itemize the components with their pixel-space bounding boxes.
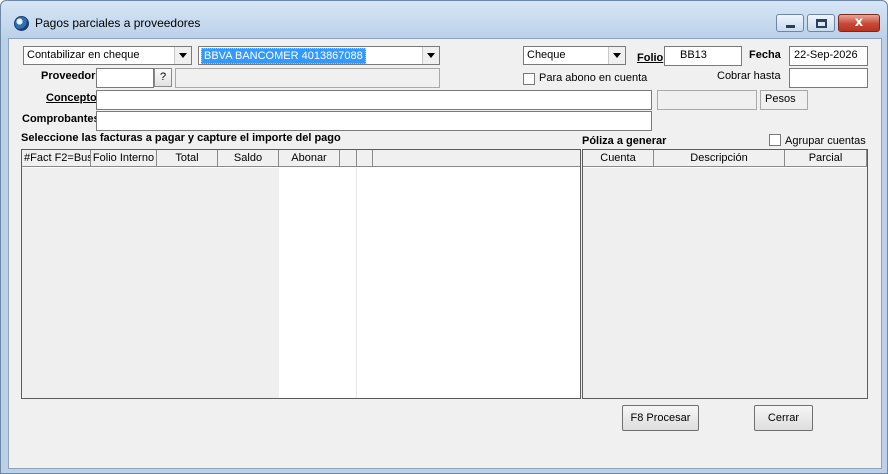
bank-account-select[interactable]: BBVA BANCOMER 4013867088 — [198, 46, 440, 65]
col-parcial[interactable]: Parcial — [785, 150, 867, 167]
form-client-area: Contabilizar en cheque BBVA BANCOMER 401… — [8, 38, 882, 469]
col-extra-2[interactable] — [357, 150, 373, 167]
col-filler — [373, 150, 580, 167]
bank-account-dropdown-button[interactable] — [422, 47, 439, 64]
contabilizar-dropdown-button[interactable] — [174, 47, 191, 64]
minimize-button[interactable] — [776, 14, 804, 32]
col-cuenta[interactable]: Cuenta — [583, 150, 654, 167]
para-abono-label[interactable]: Para abono en cuenta — [539, 72, 647, 84]
contabilizar-select[interactable]: Contabilizar en cheque — [23, 46, 192, 65]
minimize-icon — [786, 25, 795, 28]
invoices-readonly-area — [22, 168, 279, 398]
invoices-grid[interactable]: #Fact F2=Buscar Folio Interno Total Sald… — [21, 149, 581, 399]
cerrar-button[interactable]: Cerrar — [754, 405, 813, 431]
bank-account-value: BBVA BANCOMER 4013867088 — [201, 48, 366, 64]
folio-field[interactable]: BB13 — [664, 46, 742, 66]
proveedor-field[interactable] — [96, 68, 154, 88]
payment-type-value: Cheque — [527, 49, 566, 61]
cobrar-hasta-label: Cobrar hasta — [717, 70, 781, 82]
folio-label: Folio — [637, 52, 664, 64]
para-abono-checkbox[interactable] — [523, 73, 535, 85]
col-fact[interactable]: #Fact F2=Buscar — [22, 150, 91, 167]
fecha-field[interactable]: 22-Sep-2026 — [789, 46, 868, 66]
cobrar-hasta-field[interactable] — [789, 68, 868, 88]
maximize-button[interactable] — [807, 14, 835, 32]
invoices-heading: Seleccione las facturas a pagar y captur… — [21, 132, 341, 144]
chevron-down-icon — [427, 53, 435, 58]
procesar-button-label: F8 Procesar — [630, 412, 691, 424]
col-folio-interno[interactable]: Folio Interno — [91, 150, 157, 167]
close-icon: x — [854, 15, 864, 30]
proveedor-label-text: Proveedor — [41, 70, 96, 82]
comprobantes-field[interactable] — [96, 111, 652, 131]
concepto-label: Concepto — [46, 92, 97, 104]
agrupar-cuentas-label[interactable]: Agrupar cuentas — [785, 135, 866, 147]
col-descripcion[interactable]: Descripción — [654, 150, 785, 167]
proveedor-lookup-button[interactable]: ? — [154, 68, 172, 87]
concepto-field[interactable] — [96, 90, 652, 110]
maximize-icon — [816, 19, 827, 28]
col-extra-1[interactable] — [340, 150, 357, 167]
amount-field — [657, 90, 757, 110]
app-icon — [14, 16, 29, 31]
title-bar[interactable]: Pagos parciales a proveedores x — [1, 1, 887, 37]
procesar-button[interactable]: F8 Procesar — [622, 405, 699, 431]
fecha-label: Fecha — [749, 49, 781, 61]
proveedor-name-field — [175, 68, 440, 88]
col-total[interactable]: Total — [157, 150, 218, 167]
poliza-heading: Póliza a generar — [582, 135, 667, 147]
app-window: Pagos parciales a proveedores x Contabil… — [0, 0, 888, 474]
payment-type-dropdown-button[interactable] — [608, 47, 625, 64]
close-button[interactable]: x — [838, 14, 880, 32]
agrupar-cuentas-checkbox[interactable] — [769, 134, 781, 146]
currency-field: Pesos — [760, 90, 808, 110]
window-title: Pagos parciales a proveedores — [35, 16, 201, 30]
poliza-grid[interactable]: Cuenta Descripción Parcial — [582, 149, 868, 399]
col-saldo[interactable]: Saldo — [218, 150, 279, 167]
column-divider — [356, 168, 357, 398]
col-abonar[interactable]: Abonar — [279, 150, 340, 167]
contabilizar-value: Contabilizar en cheque — [27, 49, 140, 61]
poliza-empty-area — [583, 168, 867, 398]
chevron-down-icon — [179, 53, 187, 58]
comprobantes-label: Comprobantes — [22, 113, 100, 125]
proveedor-label: Proveedor — [41, 70, 95, 82]
payment-type-select[interactable]: Cheque — [523, 46, 626, 65]
chevron-down-icon — [613, 53, 621, 58]
cerrar-button-label: Cerrar — [767, 412, 800, 424]
